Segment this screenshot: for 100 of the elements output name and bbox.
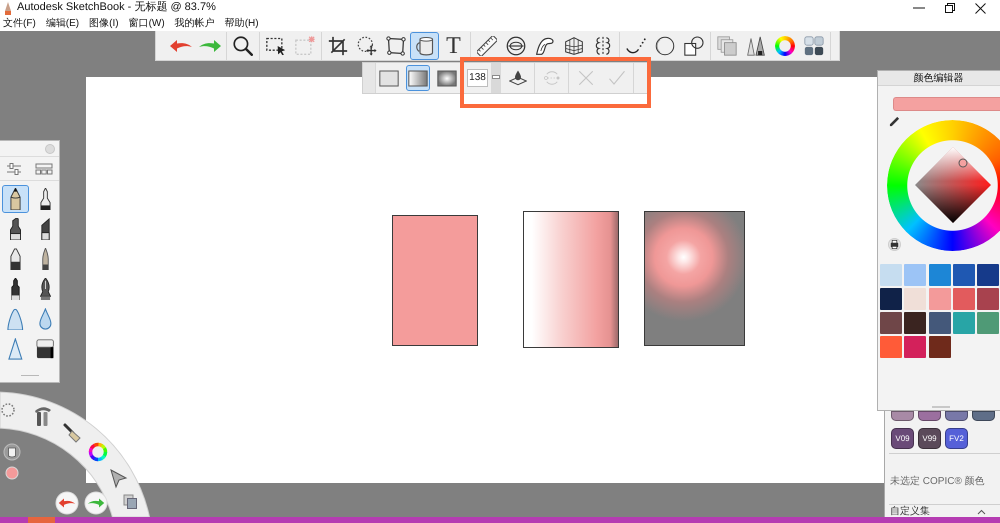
boxes-icon[interactable] — [34, 162, 53, 174]
linear-fill-button[interactable] — [406, 65, 430, 91]
triangle-icon — [8, 338, 23, 360]
crop-icon — [328, 36, 348, 56]
circle-icon — [654, 36, 674, 56]
slider-thumb[interactable] — [492, 75, 500, 79]
square-circle-icon — [684, 36, 704, 56]
linear-gradient-square-icon — [408, 70, 428, 86]
restore-icon[interactable] — [945, 3, 955, 13]
palette-dot-icon[interactable] — [45, 144, 55, 154]
menu-item[interactable]: 窗口(W) — [128, 17, 166, 30]
copic-swatch[interactable] — [891, 411, 914, 421]
cursor-icon[interactable] — [110, 469, 128, 488]
sliders-icon[interactable] — [6, 162, 22, 174]
color-ring-icon[interactable] — [88, 442, 108, 462]
water-drop-icon — [39, 308, 52, 330]
brush-button[interactable] — [2, 185, 29, 213]
close-icon[interactable] — [975, 2, 986, 14]
copic-swatch[interactable]: V99 — [918, 428, 941, 449]
fine-pen-icon — [10, 278, 21, 300]
color-swatch[interactable] — [928, 264, 951, 286]
color-swatch[interactable] — [904, 336, 926, 358]
radial-gradient-square-icon — [437, 70, 457, 86]
color-swatch[interactable] — [952, 264, 975, 286]
drop-on-plane-icon — [509, 69, 527, 87]
brush-tips-icon — [746, 36, 766, 56]
layers-icon — [716, 36, 736, 56]
color-swatch[interactable] — [928, 336, 951, 358]
color-swatch[interactable] — [977, 288, 1000, 310]
cycle-arrows-icon — [543, 69, 561, 87]
current-color-icon[interactable] — [6, 466, 18, 480]
copic-swatch[interactable] — [972, 411, 995, 421]
chisel-marker-icon — [40, 218, 51, 240]
printer-icon[interactable] — [888, 238, 901, 251]
opacity-field[interactable]: 138 — [467, 69, 488, 87]
eraser-icon — [36, 338, 55, 360]
menu-item[interactable]: 文件(F) — [2, 17, 37, 30]
chevron-up-icon[interactable] — [977, 508, 986, 514]
color-swatch[interactable] — [977, 264, 1000, 286]
marker-icon — [10, 218, 21, 240]
color-swatch[interactable] — [977, 312, 1000, 334]
ink-nib-icon — [40, 278, 51, 300]
undo-icon — [168, 38, 192, 52]
menu-item[interactable]: 图像(I) — [88, 17, 120, 30]
pencil-icon — [10, 188, 21, 210]
color-swatch[interactable] — [952, 288, 975, 310]
color-swatch[interactable] — [880, 288, 902, 310]
cone-icon — [7, 308, 24, 330]
magnifier-icon — [232, 36, 252, 56]
set-label[interactable]: 自定义集 — [890, 506, 930, 517]
solid-square-icon — [379, 70, 399, 86]
color-ring-icon — [774, 36, 794, 56]
panel-title: 颜色编辑器 — [914, 72, 964, 84]
color-swatch[interactable] — [928, 312, 951, 334]
curve-template-icon — [534, 36, 554, 56]
fill-tool-button[interactable] — [410, 32, 439, 60]
dashed-circle-move-icon — [356, 36, 376, 56]
grid-cube-icon — [564, 36, 584, 56]
check-icon — [608, 69, 626, 87]
color-swatch[interactable] — [880, 336, 902, 358]
minimize-icon[interactable] — [913, 7, 925, 9]
copic-swatch[interactable]: V09 — [891, 428, 914, 449]
color-swatch[interactable] — [904, 264, 926, 286]
copic-swatch[interactable] — [918, 411, 941, 421]
dotted-circle-icon[interactable] — [1, 403, 15, 417]
paintbrush-icon[interactable] — [64, 424, 81, 443]
tools-icon[interactable] — [35, 407, 51, 426]
ballpoint-pen-icon — [10, 248, 21, 270]
text-tool-button[interactable]: T — [439, 32, 468, 60]
quadrilateral-icon — [386, 36, 406, 56]
eyedropper-icon[interactable] — [889, 116, 900, 127]
close-icon — [577, 69, 595, 87]
shade-diamond[interactable] — [915, 147, 991, 223]
ellipse-guide-icon — [506, 36, 526, 56]
color-swatch[interactable] — [904, 288, 926, 310]
redo-icon[interactable] — [84, 492, 108, 514]
color-swatch[interactable] — [928, 288, 951, 310]
dashed-rectangle-icon — [294, 36, 314, 56]
menu-item[interactable]: 帮助(H) — [224, 17, 260, 30]
color-swatch[interactable] — [952, 312, 975, 334]
menu-item[interactable]: 我的帐户 — [174, 17, 216, 30]
dashed-selection-icon — [266, 36, 286, 56]
undo-icon[interactable] — [56, 492, 78, 514]
bucket-icon[interactable] — [4, 444, 20, 460]
color-marker-icon[interactable] — [958, 158, 968, 168]
layers-icon[interactable] — [124, 494, 137, 509]
redo-icon — [198, 38, 222, 52]
technical-pen-icon — [40, 188, 51, 210]
color-swatch[interactable] — [880, 312, 902, 334]
menu-item[interactable]: 编辑(E) — [44, 17, 80, 30]
opacity-slider[interactable] — [491, 63, 501, 93]
curve-line-icon — [626, 36, 646, 56]
color-swatch[interactable] — [880, 264, 902, 286]
copic-swatch[interactable]: FV2 — [945, 428, 968, 449]
color-swatch[interactable] — [904, 312, 926, 334]
copic-swatch[interactable] — [945, 411, 968, 421]
bucket-icon — [414, 36, 434, 56]
paintbrush-icon — [40, 248, 51, 270]
app-icon — [4, 2, 12, 14]
swatch-grid-icon — [804, 36, 824, 56]
